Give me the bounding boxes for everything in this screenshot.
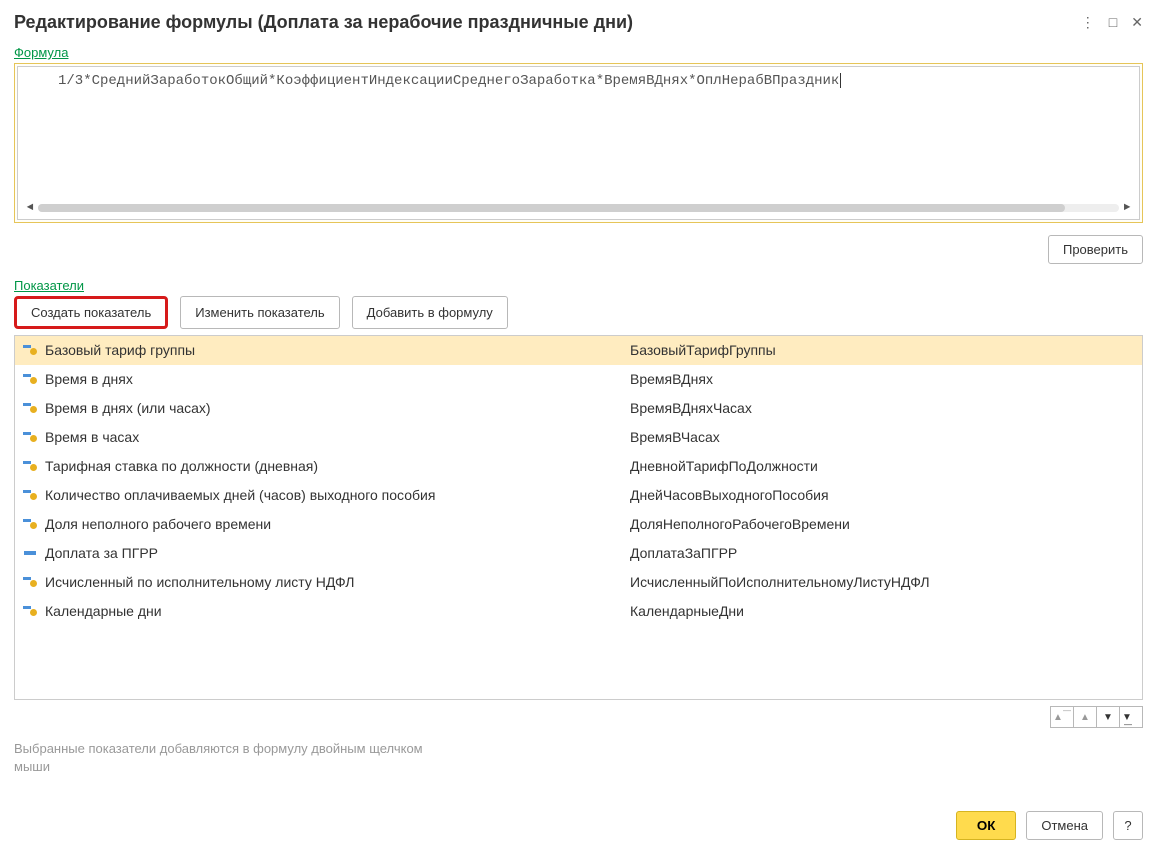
table-row[interactable]: Время в часахВремяВЧасах [15,423,1142,452]
indicator-name: Календарные дни [45,603,630,619]
indicator-icon [21,519,39,529]
indicator-icon [21,551,39,555]
formula-label: Формула [14,45,1143,60]
indicator-code: ДоплатаЗаПГРР [630,545,1136,561]
indicator-name: Время в часах [45,429,630,445]
indicator-name: Исчисленный по исполнительному листу НДФ… [45,574,630,590]
window-controls: ⋮ □ ✕ [1081,14,1143,31]
text-cursor [840,73,841,88]
indicator-icon [21,403,39,413]
window-title: Редактирование формулы (Доплата за нераб… [14,12,633,33]
hint-text: Выбранные показатели добавляются в форму… [14,740,454,775]
table-row[interactable]: Время в дняхВремяВДнях [15,365,1142,394]
formula-label-link[interactable]: Формула [14,45,68,60]
indicator-icon [21,345,39,355]
add-to-formula-button[interactable]: Добавить в формулу [352,296,508,329]
titlebar: Редактирование формулы (Доплата за нераб… [14,12,1143,33]
help-button[interactable]: ? [1113,811,1143,840]
scroll-thumb[interactable] [38,204,1065,212]
indicator-code: ВремяВЧасах [630,429,1136,445]
indicator-name: Количество оплачиваемых дней (часов) вых… [45,487,630,503]
ok-button[interactable]: ОК [956,811,1017,840]
scroll-track[interactable] [38,204,1119,212]
indicator-code: ДоляНеполногоРабочегоВремени [630,516,1136,532]
nav-down-icon[interactable]: ▼ [1096,706,1120,728]
indicator-name: Доля неполного рабочего времени [45,516,630,532]
indicator-code: БазовыйТарифГруппы [630,342,1136,358]
indicator-code: ВремяВДнях [630,371,1136,387]
table-row[interactable]: Тарифная ставка по должности (дневная)Дн… [15,452,1142,481]
footer: ОК Отмена ? [956,811,1143,840]
close-icon[interactable]: ✕ [1131,14,1143,31]
formula-content[interactable]: 1/3*СреднийЗаработокОбщий*КоэффициентИнд… [17,66,1140,220]
indicator-name: Доплата за ПГРР [45,545,630,561]
formula-text: 1/3*СреднийЗаработокОбщий*КоэффициентИнд… [58,73,839,89]
indicator-icon [21,374,39,384]
table-row[interactable]: Доплата за ПГРРДоплатаЗаПГРР [15,539,1142,568]
table-row[interactable]: Время в днях (или часах)ВремяВДняхЧасах [15,394,1142,423]
formula-scrollbar[interactable]: ◄ ► [24,201,1133,215]
indicator-icon [21,461,39,471]
indicator-name: Время в днях [45,371,630,387]
indicator-icon [21,577,39,587]
nav-up-icon[interactable]: ▲ [1073,706,1097,728]
indicators-label-link[interactable]: Показатели [14,278,84,293]
indicators-grid[interactable]: Базовый тариф группыБазовыйТарифГруппыВр… [14,335,1143,700]
indicator-code: ДнейЧасовВыходногоПособия [630,487,1136,503]
create-indicator-button[interactable]: Создать показатель [14,296,168,329]
maximize-icon[interactable]: □ [1109,14,1117,31]
table-row[interactable]: Календарные дниКалендарныеДни [15,597,1142,626]
table-row[interactable]: Доля неполного рабочего времениДоляНепол… [15,510,1142,539]
table-row[interactable]: Базовый тариф группыБазовыйТарифГруппы [15,336,1142,365]
menu-icon[interactable]: ⋮ [1081,14,1095,31]
indicators-label: Показатели [14,278,1143,293]
scroll-left-icon[interactable]: ◄ [24,202,36,214]
nav-first-icon[interactable]: ▲— [1050,706,1074,728]
edit-indicator-button[interactable]: Изменить показатель [180,296,339,329]
table-row[interactable]: Исчисленный по исполнительному листу НДФ… [15,568,1142,597]
check-button[interactable]: Проверить [1048,235,1143,264]
table-row[interactable]: Количество оплачиваемых дней (часов) вых… [15,481,1142,510]
indicator-icon [21,606,39,616]
nav-last-icon[interactable]: ▼— [1119,706,1143,728]
grid-nav: ▲— ▲ ▼ ▼— [14,706,1143,728]
indicator-code: ДневнойТарифПоДолжности [630,458,1136,474]
indicator-code: ИсчисленныйПоИсполнительномуЛистуНДФЛ [630,574,1136,590]
formula-editor[interactable]: 1/3*СреднийЗаработокОбщий*КоэффициентИнд… [14,63,1143,223]
indicator-name: Время в днях (или часах) [45,400,630,416]
indicator-name: Тарифная ставка по должности (дневная) [45,458,630,474]
indicator-icon [21,432,39,442]
scroll-right-icon[interactable]: ► [1121,202,1133,214]
indicator-name: Базовый тариф группы [45,342,630,358]
cancel-button[interactable]: Отмена [1026,811,1103,840]
indicator-icon [21,490,39,500]
indicator-code: КалендарныеДни [630,603,1136,619]
indicator-code: ВремяВДняхЧасах [630,400,1136,416]
